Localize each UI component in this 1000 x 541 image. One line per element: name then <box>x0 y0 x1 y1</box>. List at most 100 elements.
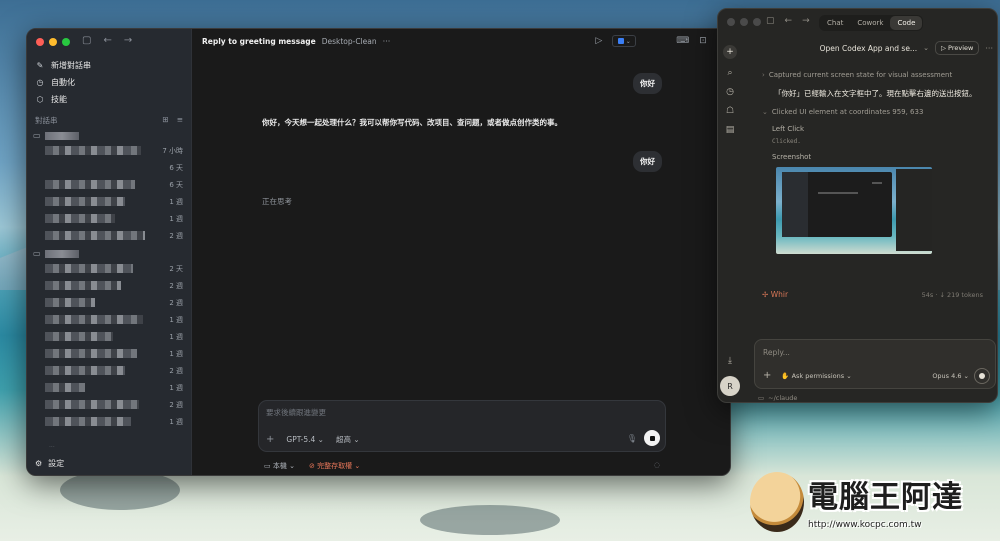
thread-row[interactable]: 1 週 <box>33 210 183 227</box>
toggle-sidebar-icon[interactable]: ▢ <box>82 35 91 46</box>
thread-row[interactable]: 2 週 <box>33 227 183 244</box>
sidebar: ▢ ← → ✎ 新增對話串 ◷ 自動化 ⬡ 技能 對話串 ⊞ ≡ ▭ 7 小時 … <box>27 29 192 475</box>
stop-button[interactable] <box>644 430 660 446</box>
settings-button[interactable]: ⚙ 設定 <box>35 458 64 469</box>
attach-plus-icon[interactable]: + <box>763 370 771 381</box>
tab-cowork[interactable]: Cowork <box>850 16 890 30</box>
run-icon[interactable]: ▷ <box>595 36 602 46</box>
threads-section-label: 對話串 <box>35 116 58 125</box>
thread-row[interactable]: 2 天 <box>33 260 183 277</box>
settings-label: 設定 <box>48 459 65 468</box>
show-more-link[interactable]: ··· <box>49 444 55 451</box>
thumbnail-line <box>872 182 882 184</box>
gear-icon: ⚙ <box>35 459 43 468</box>
redacted-thread-title <box>45 400 139 409</box>
tool-call-clicked[interactable]: ⌄ Clicked UI element at coordinates 959, … <box>762 108 923 116</box>
redacted-thread-title <box>45 281 121 290</box>
redacted-thread-title <box>45 315 143 324</box>
thread-row[interactable]: 2 週 <box>33 277 183 294</box>
new-folder-icon[interactable]: ⊞ <box>162 115 168 126</box>
thread-row[interactable]: 1 週 <box>33 193 183 210</box>
tab-code[interactable]: Code <box>890 16 923 30</box>
composer-input[interactable]: 要求後續跟進變更 <box>266 407 326 418</box>
environment-selector[interactable]: ▭ 本機 ⌄ <box>264 461 295 471</box>
minimize-window-button[interactable] <box>740 18 748 26</box>
nav-automations[interactable]: ◷ 自動化 <box>35 74 183 91</box>
close-window-button[interactable] <box>727 18 735 26</box>
reasoning-effort-selector[interactable]: 超高 ⌄ <box>336 434 360 445</box>
thread-time: 2 週 <box>169 231 183 240</box>
chevron-down-icon: ⌄ <box>353 435 360 444</box>
preview-button[interactable]: ▷ Preview <box>934 41 980 55</box>
search-icon[interactable]: ⌕ <box>727 68 732 78</box>
thread-row[interactable]: 1 週 <box>33 328 183 345</box>
permissions-selector[interactable]: ✋ Ask permissions ⌄ <box>781 372 851 380</box>
stop-button[interactable] <box>974 368 990 384</box>
stop-icon <box>979 373 985 379</box>
tab-chat[interactable]: Chat <box>820 16 850 30</box>
thread-time: 2 週 <box>169 400 183 409</box>
avatar[interactable]: R <box>720 376 740 396</box>
status-indicator: ✢ Whir <box>762 290 788 299</box>
redacted-thread-title <box>45 349 137 358</box>
chevron-down-icon[interactable]: ⌄ <box>923 44 929 52</box>
project-folder[interactable]: ▭ <box>33 247 183 260</box>
thread-row[interactable]: 6 天 <box>33 176 183 193</box>
thread-row[interactable]: 1 週 <box>33 345 183 362</box>
claude-session: Open Codex App and se... ⌄ ▷ Preview ···… <box>744 35 997 402</box>
cube-icon: ⬡ <box>36 95 44 104</box>
diff-panel-icon[interactable]: ⊡ <box>699 36 707 46</box>
download-icon[interactable]: ⤓ <box>728 356 732 366</box>
user-message-bubble: 你好 <box>633 73 662 94</box>
open-in-ide-dropdown[interactable]: ⌄ <box>612 35 637 47</box>
chevron-down-icon: ⌄ <box>846 371 852 380</box>
thread-row[interactable]: 1 週 <box>33 311 183 328</box>
session-title[interactable]: Open Codex App and se... <box>820 44 918 53</box>
chevron-down-icon: ⌄ <box>963 372 969 380</box>
screenshot-thumbnail[interactable] <box>776 167 932 254</box>
new-session-button[interactable]: + <box>723 45 737 59</box>
back-arrow-icon[interactable]: ← <box>103 35 111 46</box>
working-directory[interactable]: ▭ ~/claude <box>758 394 797 402</box>
terminal-icon[interactable]: ⌨ <box>676 36 689 46</box>
context-usage-icon[interactable]: ◌ <box>654 461 660 469</box>
thread-row[interactable]: 6 天 <box>33 159 183 176</box>
forward-arrow-icon[interactable]: → <box>802 16 810 26</box>
microphone-icon[interactable]: 🎙 <box>627 434 637 443</box>
zoom-window-button[interactable] <box>62 38 70 46</box>
briefcase-icon[interactable]: ▤ <box>726 125 735 135</box>
access-level-selector[interactable]: ⊘ 完整存取權 ⌄ <box>309 461 360 471</box>
tool-call-captured[interactable]: › Captured current screen state for visua… <box>762 71 952 79</box>
forward-arrow-icon[interactable]: → <box>124 35 132 46</box>
codex-window: ▢ ← → ✎ 新增對話串 ◷ 自動化 ⬡ 技能 對話串 ⊞ ≡ ▭ 7 小時 … <box>26 28 731 476</box>
thread-row[interactable]: 7 小時 <box>33 142 183 159</box>
thread-row[interactable]: 1 週 <box>33 413 183 430</box>
model-selector[interactable]: Opus 4.6 ⌄ <box>932 372 969 380</box>
thread-time: 1 週 <box>169 349 183 358</box>
back-arrow-icon[interactable]: ← <box>785 16 793 26</box>
toggle-sidebar-icon[interactable]: ▢ <box>766 16 775 26</box>
minimize-window-button[interactable] <box>49 38 57 46</box>
thread-row[interactable]: 2 週 <box>33 362 183 379</box>
thread-row[interactable]: 1 週 <box>33 379 183 396</box>
more-options-button[interactable]: ··· <box>383 37 391 46</box>
zoom-window-button[interactable] <box>753 18 761 26</box>
agent-icon[interactable]: ☖ <box>726 106 734 116</box>
model-selector[interactable]: GPT-5.4 ⌄ <box>286 435 324 444</box>
history-icon[interactable]: ◷ <box>726 87 734 97</box>
attach-plus-icon[interactable]: + <box>266 434 274 445</box>
thread-time: 1 週 <box>169 417 183 426</box>
project-folder[interactable]: ▭ <box>33 129 183 142</box>
status-word: Whir <box>770 290 789 299</box>
nav-new-thread[interactable]: ✎ 新增對話串 <box>35 57 183 74</box>
access-label: 完整存取權 <box>317 462 353 470</box>
reply-input[interactable]: Reply... <box>763 348 790 357</box>
compose-icon: ✎ <box>36 61 44 70</box>
thread-row[interactable]: 2 週 <box>33 396 183 413</box>
thread-row[interactable]: 2 週 <box>33 294 183 311</box>
filter-icon[interactable]: ≡ <box>177 115 183 126</box>
close-window-button[interactable] <box>36 38 44 46</box>
nav-skills[interactable]: ⬡ 技能 <box>35 91 183 108</box>
more-options-button[interactable]: ··· <box>985 44 993 53</box>
composer: 要求後續跟進變更 + GPT-5.4 ⌄ 超高 ⌄ 🎙 <box>258 400 666 452</box>
